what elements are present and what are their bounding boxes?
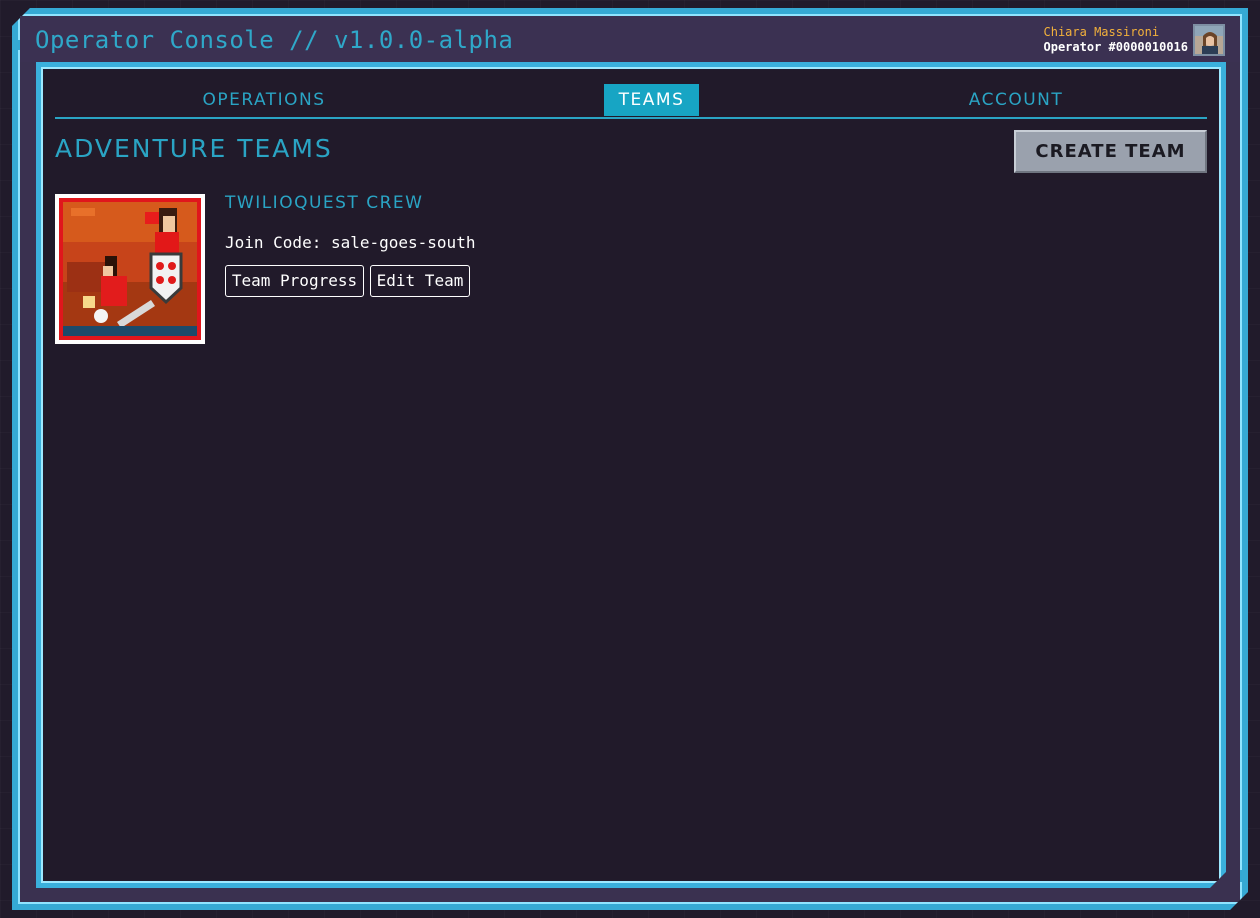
tab-bar: OPERATIONS TEAMS ACCOUNT <box>55 84 1207 119</box>
page-title: ADVENTURE TEAMS <box>55 134 333 163</box>
tab-teams[interactable]: TEAMS <box>604 84 699 116</box>
team-progress-button[interactable]: Team Progress <box>225 265 364 297</box>
frame-notch <box>1240 870 1246 882</box>
team-name: TWILIOQUEST CREW <box>225 193 424 213</box>
team-image[interactable] <box>55 194 205 344</box>
content-panel <box>44 70 1219 880</box>
create-team-button[interactable]: CREATE TEAM <box>1014 130 1207 173</box>
avatar-image <box>1195 26 1223 54</box>
tab-account[interactable]: ACCOUNT <box>965 84 1067 116</box>
avatar[interactable] <box>1193 24 1225 56</box>
team-artwork <box>63 202 197 336</box>
app-title: Operator Console // v1.0.0-alpha <box>35 26 514 54</box>
user-info: Chiara Massironi Operator #0000010016 <box>1044 25 1189 55</box>
user-name: Chiara Massironi <box>1043 25 1160 39</box>
operator-id: Operator #0000010016 <box>1043 40 1189 54</box>
team-image-frame <box>59 198 201 340</box>
edit-team-button[interactable]: Edit Team <box>370 265 470 297</box>
join-code: Join Code: sale-goes-south <box>225 233 476 252</box>
frame-notch <box>14 40 20 50</box>
tab-operations[interactable]: OPERATIONS <box>193 84 335 116</box>
